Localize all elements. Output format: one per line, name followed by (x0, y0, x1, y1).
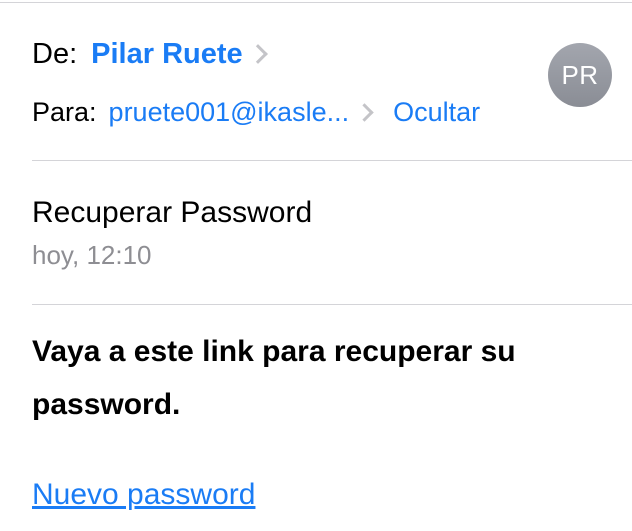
recipient-link[interactable]: pruete001@ikasle... (109, 97, 350, 128)
email-detail-view: De: Pilar Ruete Para: pruete001@ikasle..… (0, 0, 632, 531)
to-row: Para: pruete001@ikasle... Ocultar (32, 92, 480, 132)
to-label: Para: (32, 96, 97, 127)
sender-name-link[interactable]: Pilar Ruete (91, 38, 243, 71)
subject-divider (32, 304, 632, 305)
avatar[interactable]: PR (548, 43, 612, 107)
from-row: De: Pilar Ruete (32, 34, 268, 74)
chevron-right-icon[interactable] (355, 102, 374, 122)
from-label: De: (32, 37, 78, 70)
email-body-text: Vaya a este link para recuperar su passw… (32, 335, 516, 421)
avatar-initials: PR (561, 59, 599, 90)
chevron-right-icon[interactable] (247, 44, 268, 64)
new-password-link[interactable]: Nuevo password (32, 478, 255, 512)
header-divider (32, 160, 632, 161)
email-date: hoy, 12:10 (32, 240, 152, 270)
hide-details-button[interactable]: Ocultar (393, 97, 480, 128)
top-divider (0, 2, 632, 3)
email-subject: Recuperar Password (32, 196, 313, 229)
